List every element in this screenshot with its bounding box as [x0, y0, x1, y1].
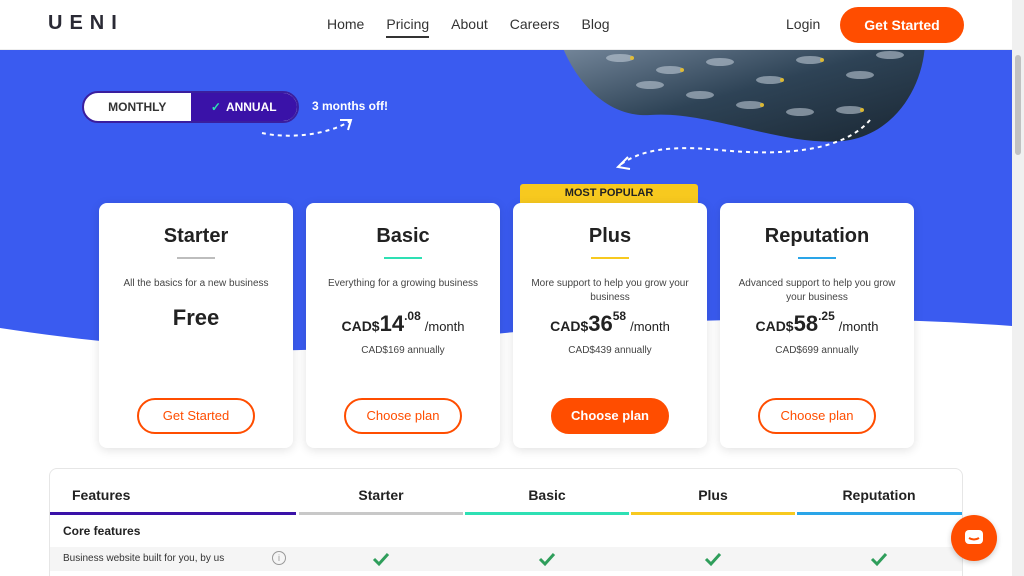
plan-description: Advanced support to help you grow your b… — [738, 278, 896, 303]
annual-price: CAD$169 annually — [361, 345, 445, 356]
billing-toggle[interactable]: MONTHLY ✓ ANNUAL — [82, 91, 299, 123]
plan-card-basic: Basic Everything for a growing business … — [306, 203, 500, 448]
price-cents: 58 — [612, 309, 627, 323]
features-header-bar — [50, 512, 296, 515]
plan-description: More support to help you grow your busin… — [531, 278, 689, 303]
currency: CAD$ — [550, 318, 589, 334]
logo[interactable]: UENI — [48, 12, 124, 35]
annual-label: ANNUAL — [225, 100, 277, 114]
plan-name: Starter — [163, 225, 229, 247]
most-popular-badge: MOST POPULAR — [520, 184, 698, 203]
currency: CAD$ — [755, 318, 794, 334]
table-row: Business website built for you, by us i — [50, 547, 962, 571]
chat-icon — [965, 530, 983, 544]
scrollbar[interactable] — [1012, 0, 1024, 576]
reputation-column-bar — [797, 512, 962, 515]
section-title: Core features — [63, 524, 141, 538]
starter-column-bar — [299, 512, 463, 515]
price-main: 14 — [379, 311, 405, 336]
price-main: 36 — [588, 311, 613, 336]
features-header: Features — [72, 487, 131, 503]
promo-text: 3 months off! — [312, 99, 388, 113]
plan-description: Everything for a growing business — [327, 278, 479, 289]
plan-price: CAD$58.25/month — [720, 309, 914, 337]
nav-about[interactable]: About — [451, 16, 488, 38]
basic-choose-plan-button[interactable]: Choose plan — [344, 398, 462, 434]
price-cents: .08 — [404, 309, 421, 323]
nav-pricing[interactable]: Pricing — [386, 16, 430, 38]
plan-divider — [177, 257, 215, 259]
plan-divider — [384, 257, 422, 259]
plan-card-reputation: Reputation Advanced support to help you … — [720, 203, 914, 448]
plan-card-plus: Plus More support to help you grow your … — [513, 203, 707, 448]
column-reputation: Reputation — [842, 487, 916, 503]
plan-price: Free — [172, 305, 220, 330]
check-icon — [372, 552, 390, 567]
plan-price: CAD$14.08/month — [306, 309, 500, 337]
plan-card-starter: Starter All the basics for a new busines… — [99, 203, 293, 448]
feature-label: Business website built for you, by us — [63, 553, 225, 564]
plan-name: Basic — [376, 225, 430, 247]
plan-name: Plus — [588, 225, 632, 247]
check-icon: ✓ — [210, 100, 221, 114]
plan-divider — [591, 257, 629, 259]
price-main: 58 — [793, 311, 819, 336]
plus-column-bar — [631, 512, 795, 515]
nav-home[interactable]: Home — [327, 16, 364, 38]
annual-option[interactable]: ✓ ANNUAL — [190, 93, 297, 121]
column-basic: Basic — [528, 487, 566, 503]
column-starter: Starter — [358, 487, 404, 503]
plan-divider — [798, 257, 836, 259]
price-period: /month — [424, 319, 465, 334]
nav-blog[interactable]: Blog — [582, 16, 610, 38]
check-icon — [704, 552, 722, 567]
annual-price: CAD$439 annually — [568, 345, 652, 356]
scrollbar-thumb[interactable] — [1015, 55, 1021, 155]
chat-button[interactable] — [951, 515, 997, 561]
top-navigation: UENI Home Pricing About Careers Blog Log… — [0, 0, 1012, 50]
check-icon — [870, 552, 888, 567]
currency: CAD$ — [341, 318, 380, 334]
monthly-option[interactable]: MONTHLY — [84, 93, 191, 121]
nav-careers[interactable]: Careers — [510, 16, 560, 38]
info-icon[interactable]: i — [272, 551, 286, 565]
dashed-arrow-decoration — [615, 119, 871, 170]
features-header-row: Features Starter Basic Plus Reputation — [50, 469, 962, 515]
plus-choose-plan-button[interactable]: Choose plan — [551, 398, 669, 434]
basic-column-bar — [465, 512, 629, 515]
price-period: /month — [630, 319, 670, 334]
plan-name: Reputation — [764, 225, 870, 247]
login-link[interactable]: Login — [786, 16, 820, 32]
plan-description: All the basics for a new business — [123, 278, 269, 289]
features-table: Features Starter Basic Plus Reputation C… — [49, 468, 963, 576]
nav-links: Home Pricing About Careers Blog — [327, 16, 632, 38]
reputation-choose-plan-button[interactable]: Choose plan — [758, 398, 876, 434]
plan-price: CAD$3658/month — [513, 309, 707, 337]
column-plus: Plus — [698, 487, 728, 503]
starter-get-started-button[interactable]: Get Started — [137, 398, 255, 434]
check-icon — [538, 552, 556, 567]
get-started-button[interactable]: Get Started — [840, 7, 964, 43]
annual-price: CAD$699 annually — [775, 345, 859, 356]
price-cents: .25 — [818, 309, 835, 323]
price-period: /month — [838, 319, 879, 334]
